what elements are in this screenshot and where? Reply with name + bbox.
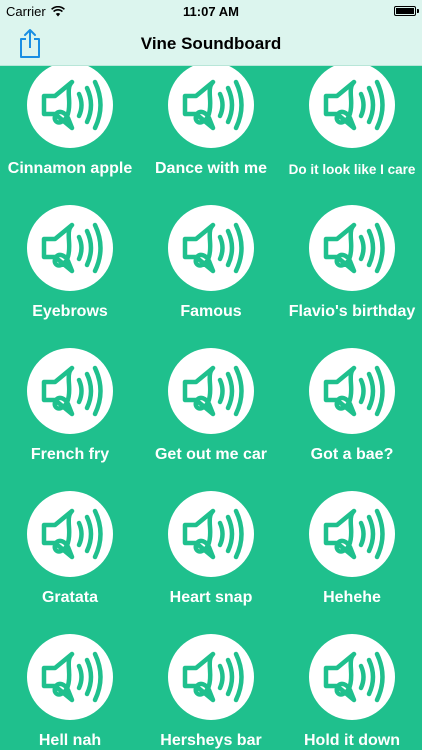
sound-label: Dance with me [154,160,268,177]
speaker-icon [168,205,254,291]
sound-label: Hersheys bar [160,732,262,749]
sound-label: Hold it down [304,732,400,749]
speaker-icon [309,634,395,720]
speaker-icon [168,348,254,434]
sound-label: Flavio's birthday [288,303,416,320]
sound-label: Eyebrows [32,303,108,320]
navigation-bar: Vine Soundboard [0,22,422,66]
speaker-icon [27,205,113,291]
speaker-icon [168,66,254,148]
sound-label: Cinnamon apple [7,160,133,177]
page-title: Vine Soundboard [140,34,282,53]
speaker-icon [309,491,395,577]
speaker-icon [168,634,254,720]
status-bar: Carrier 11:07 AM [0,0,422,22]
speaker-icon [27,66,113,148]
sound-label: Gratata [41,589,99,606]
speaker-icon [27,348,113,434]
speaker-icon [309,66,395,148]
sound-grid: Cinnamon apple Dance with me Do it look … [0,66,422,750]
sound-label: Get out me car [154,446,268,463]
speaker-icon [309,348,395,434]
sound-label: Do it look like I care [288,162,416,177]
sound-label: Hell nah [38,732,102,749]
speaker-icon [309,205,395,291]
sound-label: Got a bae? [310,446,394,463]
speaker-icon [27,491,113,577]
sound-label: Hehehe [323,589,381,606]
sound-label: French fry [30,446,110,463]
speaker-icon [27,634,113,720]
sound-label: Heart snap [169,589,253,606]
battery-icon [394,6,419,16]
speaker-icon [168,491,254,577]
status-time: 11:07 AM [183,4,239,19]
sound-label: Famous [180,303,242,320]
